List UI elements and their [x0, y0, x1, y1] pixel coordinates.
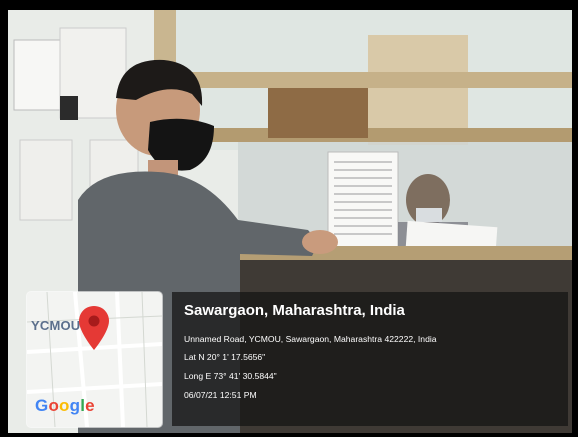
map-thumbnail: YCMOU Google [27, 292, 162, 427]
latitude-text: Lat N 20° 1' 17.5656" [184, 352, 266, 362]
address-text: Unnamed Road, YCMOU, Sawargaon, Maharash… [184, 334, 437, 344]
location-title: Sawargaon, Maharashtra, India [184, 302, 405, 319]
geotag-info-panel: Sawargaon, Maharashtra, India Unnamed Ro… [172, 292, 568, 426]
switch-box [60, 96, 78, 120]
wooden-panel [268, 88, 368, 138]
clerk-mask [416, 208, 442, 222]
person-hand [302, 230, 338, 254]
location-pin-icon [79, 306, 109, 350]
geotagged-photo-frame: YCMOU Google Sawargaon, Maharashtra, Ind… [0, 0, 578, 437]
longitude-text: Long E 73° 41' 30.5844" [184, 371, 277, 381]
map-place-label: YCMOU [31, 318, 81, 333]
timestamp-text: 06/07/21 12:51 PM [184, 390, 257, 400]
wall-notice [13, 39, 61, 111]
wall-notice [19, 139, 73, 221]
google-logo: Google [35, 396, 95, 415]
